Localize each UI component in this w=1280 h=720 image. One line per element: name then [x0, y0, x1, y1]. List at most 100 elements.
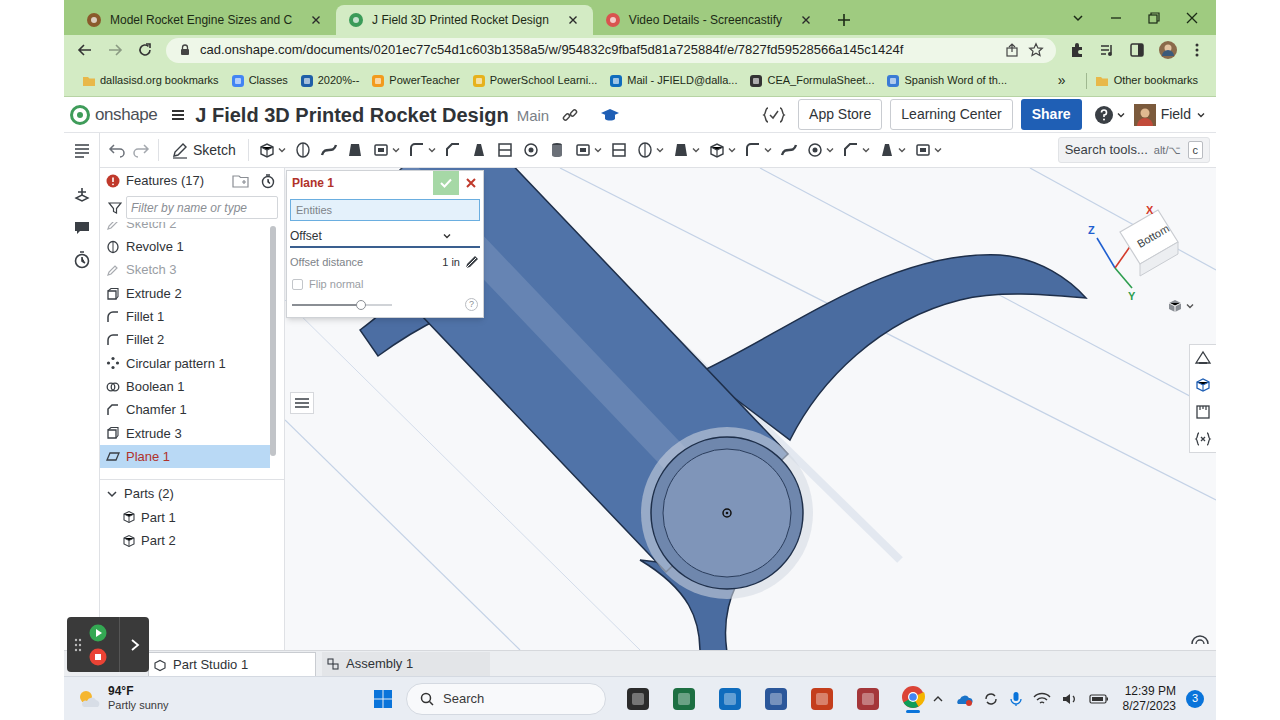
tool-button[interactable] — [609, 140, 629, 160]
caret-icon[interactable] — [763, 145, 773, 155]
onedrive-icon[interactable] — [955, 691, 973, 707]
tool-button[interactable] — [573, 140, 603, 160]
insert-icon[interactable] — [72, 186, 92, 206]
reload-icon[interactable] — [136, 41, 154, 59]
tool-button[interactable] — [743, 140, 773, 160]
wifi-icon[interactable] — [1033, 691, 1051, 707]
caret-icon[interactable] — [593, 145, 603, 155]
caret-icon[interactable] — [442, 231, 452, 241]
mass-properties-icon[interactable] — [1194, 376, 1212, 394]
sync-icon[interactable] — [983, 691, 999, 707]
tool-button[interactable] — [293, 140, 313, 160]
variables-icon[interactable] — [1194, 430, 1212, 448]
close-window-icon[interactable] — [1184, 10, 1200, 26]
feature-item[interactable]: Sketch 3 — [100, 259, 270, 282]
feature-item[interactable]: Boolean 1 — [100, 375, 270, 398]
notification-badge[interactable]: 3 — [1186, 690, 1204, 708]
cancel-button[interactable] — [459, 171, 483, 195]
feature-item[interactable]: Chamfer 1 — [100, 398, 270, 421]
app-icon[interactable] — [854, 685, 882, 713]
sketch-button[interactable]: Sketch — [167, 140, 240, 161]
comment-icon[interactable] — [72, 218, 92, 238]
document-tab[interactable]: Assembly 1 — [322, 652, 490, 676]
help-button[interactable]: ? — [465, 298, 478, 311]
filter-icon[interactable] — [108, 201, 122, 215]
feature-item[interactable]: Revolve 1 — [100, 235, 270, 258]
header-button[interactable]: Learning Center — [890, 99, 1012, 130]
tool-button[interactable] — [469, 140, 489, 160]
new-tab-icon[interactable] — [830, 6, 858, 34]
tool-button[interactable] — [345, 140, 365, 160]
taskbar-search[interactable]: Search — [406, 683, 606, 715]
close-icon[interactable] — [565, 12, 581, 28]
browser-tab[interactable]: J Field 3D Printed Rocket Design — [336, 5, 593, 35]
rollback-timer-icon[interactable] — [260, 173, 276, 189]
history-icon[interactable] — [72, 250, 92, 270]
side-panel-icon[interactable] — [1128, 41, 1146, 59]
search-tools[interactable]: Search tools...alt/⌥c — [1058, 137, 1210, 163]
tool-button[interactable] — [443, 140, 463, 160]
caret-icon[interactable] — [427, 145, 437, 155]
tool-button[interactable] — [707, 140, 737, 160]
bookmark[interactable]: PowerSchool Learni... — [472, 72, 598, 89]
bookmark[interactable]: PowerTeacher — [371, 72, 459, 89]
caret-icon[interactable] — [825, 145, 835, 155]
feature-item[interactable]: Extrude 3 — [100, 422, 270, 445]
appearance-icon[interactable] — [1194, 349, 1212, 367]
mic-icon[interactable] — [1009, 691, 1023, 707]
variable-studio-icon[interactable] — [762, 105, 786, 125]
scrollbar[interactable] — [270, 222, 278, 479]
more-bookmarks[interactable]: » — [1046, 70, 1078, 91]
bookmark[interactable]: Spanish Word of th... — [886, 72, 1007, 89]
caret-icon[interactable] — [861, 145, 871, 155]
measure-icon[interactable] — [1194, 403, 1212, 421]
part-item[interactable]: Part 1 — [100, 506, 284, 530]
add-folder-icon[interactable] — [232, 173, 250, 189]
tool-button[interactable] — [877, 140, 907, 160]
app-icon[interactable] — [716, 685, 744, 713]
recorder-controls[interactable] — [67, 617, 149, 672]
caret-icon[interactable] — [1185, 301, 1195, 311]
bookmark[interactable]: 2020%-- — [300, 72, 360, 89]
feature-list-icon[interactable] — [72, 141, 92, 161]
tool-button[interactable] — [913, 140, 943, 160]
grip-icon[interactable] — [74, 637, 82, 653]
feature-toggle[interactable] — [290, 392, 314, 414]
document-tab[interactable]: Part Studio 1 — [148, 652, 316, 676]
caret-icon[interactable] — [691, 145, 701, 155]
minimize-icon[interactable] — [1108, 10, 1124, 26]
app-icon[interactable] — [762, 685, 790, 713]
view-menu[interactable] — [1167, 298, 1195, 314]
browser-tab[interactable]: Video Details - Screencastify — [593, 5, 826, 35]
app-icon[interactable] — [624, 685, 652, 713]
user-menu[interactable]: Field — [1134, 104, 1210, 126]
share-button[interactable]: Share — [1021, 99, 1082, 130]
tool-button[interactable] — [257, 140, 287, 160]
branch-name[interactable]: Main — [517, 105, 550, 128]
tool-button[interactable] — [319, 140, 339, 160]
undo-icon[interactable] — [108, 141, 126, 159]
weather-widget[interactable]: 94°FPartly sunny — [76, 684, 326, 713]
bookmark[interactable]: dallasisd.org bookmarks — [82, 72, 219, 89]
star-icon[interactable] — [1028, 42, 1044, 58]
caret-icon[interactable] — [391, 145, 401, 155]
caret-icon[interactable] — [655, 145, 665, 155]
feature-item[interactable]: Circular pattern 1 — [100, 352, 270, 375]
menu-dots-icon[interactable] — [1190, 41, 1204, 59]
graphics-settings[interactable] — [1190, 632, 1210, 646]
tool-button[interactable] — [635, 140, 665, 160]
app-icon[interactable] — [670, 685, 698, 713]
play-icon[interactable] — [89, 624, 107, 642]
chrome-taskbar-button[interactable] — [900, 684, 926, 713]
tool-button[interactable] — [805, 140, 835, 160]
link-icon[interactable] — [561, 106, 579, 124]
document-title[interactable]: J Field 3D Printed Rocket Design — [195, 100, 508, 130]
browser-tab[interactable]: Model Rocket Engine Sizes and C — [74, 5, 336, 35]
feature-item[interactable]: Plane 1 — [100, 445, 270, 468]
feature-item[interactable]: Extrude 2 — [100, 282, 270, 305]
stop-icon[interactable] — [89, 648, 107, 666]
share-page-icon[interactable] — [1004, 42, 1020, 58]
slider-thumb[interactable] — [356, 300, 366, 310]
tool-button[interactable] — [521, 140, 541, 160]
restore-icon[interactable] — [1146, 10, 1162, 26]
